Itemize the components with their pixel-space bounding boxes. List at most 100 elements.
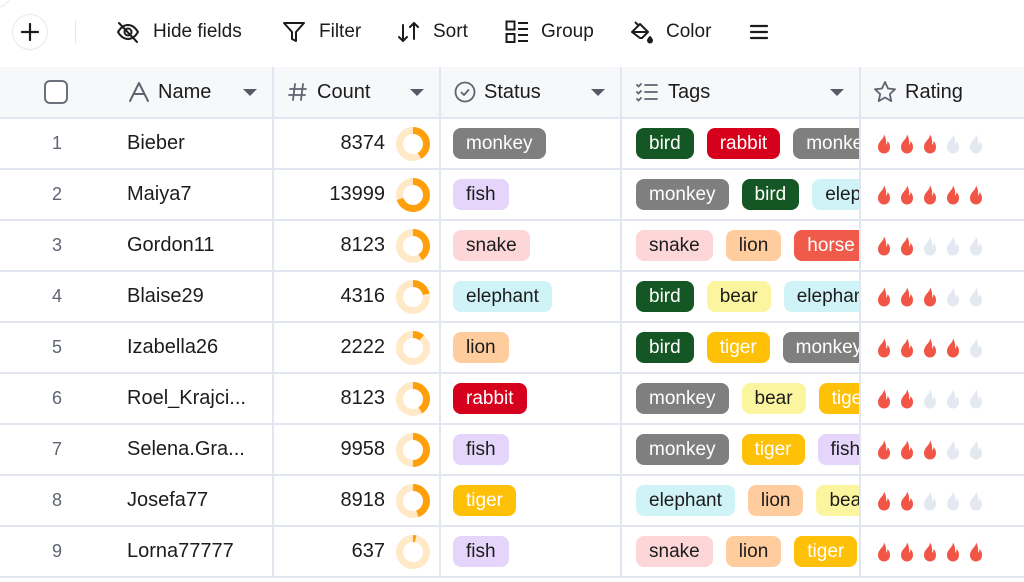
tag-pill[interactable]: monkey [782, 332, 859, 363]
rating-cell[interactable] [861, 221, 1024, 270]
name-cell[interactable]: Lorna77777 [127, 527, 267, 576]
tags-cell[interactable]: elephant lion bear [622, 476, 859, 525]
count-cell[interactable]: 8918 [274, 476, 439, 525]
flame-icon[interactable] [968, 287, 984, 307]
name-cell[interactable]: Izabella26 [127, 323, 267, 372]
name-cell[interactable]: Maiya7 [127, 170, 267, 219]
name-cell[interactable]: Blaise29 [127, 272, 267, 321]
table-row[interactable]: 6 Roel_Krajci... 8123 rabbit monkey bear t… [0, 374, 1024, 425]
flame-icon[interactable] [876, 236, 892, 256]
status-badge[interactable]: rabbit [453, 383, 527, 414]
tag-pill[interactable]: monkey [793, 128, 859, 159]
flame-icon[interactable] [922, 389, 938, 409]
flame-icon[interactable] [968, 134, 984, 154]
flame-icon[interactable] [945, 440, 961, 460]
flame-icon[interactable] [968, 542, 984, 562]
flame-icon[interactable] [876, 287, 892, 307]
count-cell[interactable]: 8123 [274, 374, 439, 423]
table-row[interactable]: 5 Izabella26 2222 lion bird tiger monkey [0, 323, 1024, 374]
flame-icon[interactable] [899, 134, 915, 154]
filter-button[interactable]: Filter [281, 17, 361, 47]
count-cell[interactable]: 2222 [274, 323, 439, 372]
status-cell[interactable]: tiger [453, 476, 620, 525]
status-badge[interactable]: monkey [453, 128, 546, 159]
column-header-count[interactable]: Count [288, 67, 428, 117]
column-menu-caret-tags[interactable] [830, 89, 844, 96]
rating-cell[interactable] [861, 476, 1024, 525]
tag-pill[interactable]: tiger [794, 536, 858, 567]
column-header-rating[interactable]: Rating [873, 67, 1023, 117]
flame-icon[interactable] [899, 338, 915, 358]
flame-icon[interactable] [922, 338, 938, 358]
rating-flames[interactable] [861, 185, 984, 205]
flame-icon[interactable] [922, 491, 938, 511]
status-cell[interactable]: fish [453, 170, 620, 219]
select-all-checkbox[interactable] [44, 80, 68, 104]
column-menu-caret-status[interactable] [591, 89, 605, 96]
tags-cell[interactable]: bird rabbit monkey [622, 119, 859, 168]
rating-flames[interactable] [861, 287, 984, 307]
name-cell[interactable]: Selena.Gra... [127, 425, 267, 474]
tag-pill[interactable]: fish [817, 434, 859, 465]
rating-cell[interactable] [861, 170, 1024, 219]
tags-cell[interactable]: snake lion horse [622, 221, 859, 270]
status-cell[interactable]: elephant [453, 272, 620, 321]
tag-pill[interactable]: bear [816, 485, 859, 516]
flame-icon[interactable] [876, 134, 892, 154]
rating-flames[interactable] [861, 491, 984, 511]
tag-pill[interactable]: elephant [812, 179, 859, 210]
count-cell[interactable]: 4316 [274, 272, 439, 321]
tag-pill[interactable]: tiger [741, 434, 805, 465]
name-cell[interactable]: Bieber [127, 119, 267, 168]
rating-flames[interactable] [861, 236, 984, 256]
column-header-tags[interactable]: Tags [636, 67, 826, 117]
column-header-status[interactable]: Status [454, 67, 604, 117]
flame-icon[interactable] [899, 491, 915, 511]
status-badge[interactable]: elephant [453, 281, 552, 312]
rating-cell[interactable] [861, 119, 1024, 168]
tag-pill[interactable]: bird [636, 281, 694, 312]
table-row[interactable]: 8 Josefa77 8918 tiger elephant lion bear [0, 476, 1024, 527]
flame-icon[interactable] [922, 440, 938, 460]
rating-flames[interactable] [861, 338, 984, 358]
tag-pill[interactable]: elephant [783, 281, 859, 312]
flame-icon[interactable] [945, 389, 961, 409]
tags-cell[interactable]: monkey bear tiger [622, 374, 859, 423]
tag-pill[interactable]: lion [747, 485, 804, 516]
tag-pill[interactable]: bird [636, 128, 694, 159]
count-cell[interactable]: 637 [274, 527, 439, 576]
status-badge[interactable]: fish [453, 434, 509, 465]
flame-icon[interactable] [876, 542, 892, 562]
flame-icon[interactable] [922, 134, 938, 154]
rating-cell[interactable] [861, 527, 1024, 576]
flame-icon[interactable] [945, 491, 961, 511]
tag-pill[interactable]: lion [725, 536, 782, 567]
tag-pill[interactable]: tiger [706, 332, 770, 363]
name-cell[interactable]: Roel_Krajci... [127, 374, 267, 423]
name-cell[interactable]: Gordon11 [127, 221, 267, 270]
count-cell[interactable]: 8374 [274, 119, 439, 168]
column-menu-caret-count[interactable] [410, 89, 424, 96]
status-badge[interactable]: snake [453, 230, 530, 261]
tag-pill[interactable]: elephant [636, 485, 735, 516]
tag-pill[interactable]: monkey [636, 383, 729, 414]
tag-pill[interactable]: bear [741, 383, 806, 414]
tag-pill[interactable]: horse [794, 230, 859, 261]
flame-icon[interactable] [922, 236, 938, 256]
tag-pill[interactable]: tiger [818, 383, 859, 414]
group-button[interactable]: Group [505, 17, 594, 47]
flame-icon[interactable] [876, 389, 892, 409]
table-row[interactable]: 2 Maiya7 13999 fish monkey bird elephant [0, 170, 1024, 221]
status-badge[interactable]: tiger [453, 485, 516, 516]
tag-pill[interactable]: bird [636, 332, 694, 363]
flame-icon[interactable] [876, 338, 892, 358]
tags-cell[interactable]: bird bear elephant [622, 272, 859, 321]
flame-icon[interactable] [922, 185, 938, 205]
flame-icon[interactable] [945, 287, 961, 307]
table-row[interactable]: 9 Lorna77777 637 fish snake lion tiger [0, 527, 1024, 578]
status-cell[interactable]: monkey [453, 119, 620, 168]
tag-pill[interactable]: bird [741, 179, 800, 210]
name-cell[interactable]: Josefa77 [127, 476, 267, 525]
status-cell[interactable]: fish [453, 425, 620, 474]
flame-icon[interactable] [876, 491, 892, 511]
